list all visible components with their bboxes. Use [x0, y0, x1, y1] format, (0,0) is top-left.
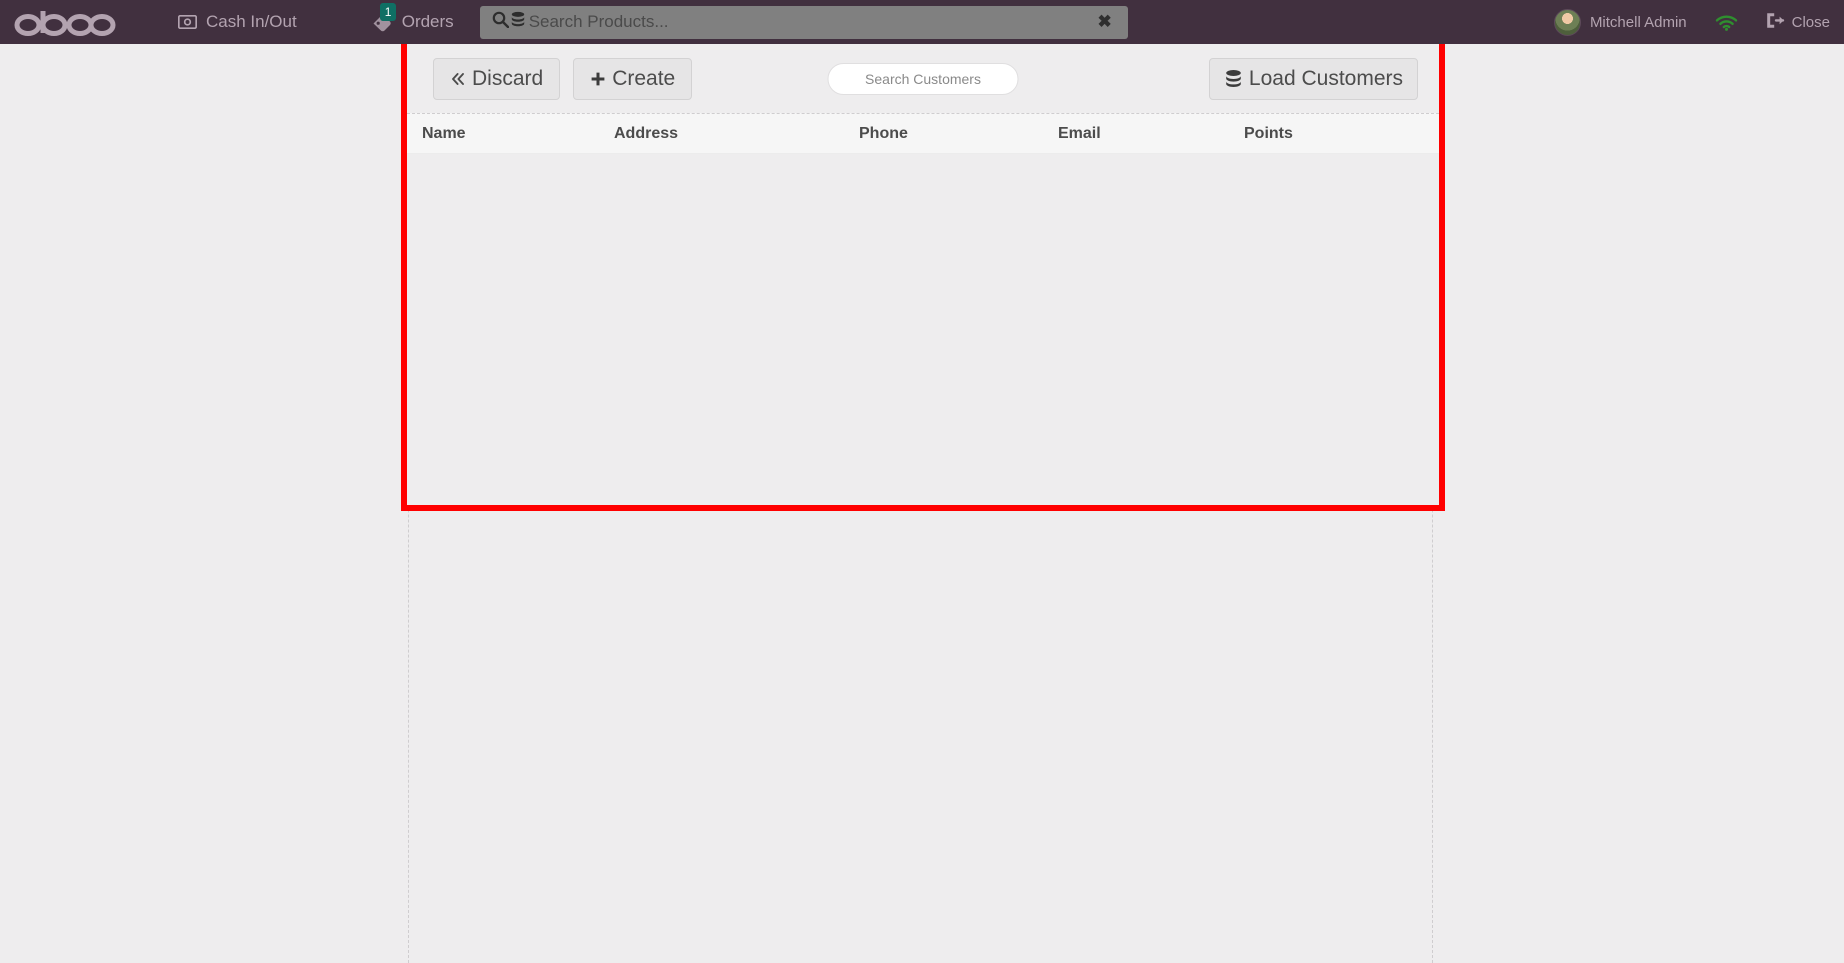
product-search-input[interactable]: Search Products...	[529, 12, 1094, 32]
customer-list-panel: Discard Create Search Customers Load Cus…	[407, 44, 1439, 505]
load-customers-button[interactable]: Load Customers	[1208, 57, 1418, 100]
column-header-points[interactable]: Points	[1232, 125, 1382, 143]
orders-button[interactable]: 1 Orders	[315, 0, 472, 44]
avatar[interactable]	[1553, 8, 1581, 36]
username-label: Mitchell Admin	[1589, 13, 1687, 31]
cash-in-out-button[interactable]: Cash In/Out	[160, 0, 315, 44]
column-header-name[interactable]: Name	[410, 125, 602, 143]
database-stack-icon	[1224, 69, 1243, 89]
close-label: Close	[1791, 13, 1830, 31]
load-customers-label: Load Customers	[1248, 66, 1403, 90]
odoo-logo[interactable]	[0, 0, 160, 44]
column-header-address[interactable]: Address	[602, 125, 847, 143]
top-header-bar: Cash In/Out 1 Orders Search Products... …	[0, 0, 1844, 44]
wifi-icon[interactable]	[1715, 14, 1738, 31]
orders-label: Orders	[401, 12, 454, 31]
search-customers-input[interactable]: Search Customers	[827, 62, 1019, 95]
orders-count-badge: 1	[379, 3, 397, 21]
close-button[interactable]: Close	[1766, 12, 1830, 33]
clear-search-icon[interactable]: ✖	[1093, 12, 1115, 32]
ticket-icon: 1	[371, 3, 397, 32]
top-right-controls: Mitchell Admin Close	[1553, 8, 1844, 36]
cash-in-out-label: Cash In/Out	[206, 12, 297, 31]
customer-panel-toolbar: Discard Create Search Customers Load Cus…	[407, 44, 1439, 113]
product-search-bar[interactable]: Search Products... ✖	[479, 5, 1128, 39]
search-customers-placeholder: Search Customers	[865, 70, 981, 87]
column-header-email[interactable]: Email	[1046, 125, 1232, 143]
customer-table-header: Name Address Phone Email Points	[407, 113, 1439, 154]
discard-label: Discard	[472, 66, 544, 90]
sign-out-icon	[1766, 12, 1785, 33]
chevron-double-left-icon	[450, 71, 466, 87]
database-stack-icon	[510, 11, 526, 33]
money-bill-icon	[178, 15, 197, 29]
discard-button[interactable]: Discard	[433, 57, 561, 100]
search-icon	[492, 11, 509, 33]
plus-icon	[590, 71, 606, 87]
create-label: Create	[612, 66, 676, 90]
create-button[interactable]: Create	[573, 57, 693, 100]
customer-table-body[interactable]	[407, 154, 1439, 505]
column-header-phone[interactable]: Phone	[847, 125, 1046, 143]
